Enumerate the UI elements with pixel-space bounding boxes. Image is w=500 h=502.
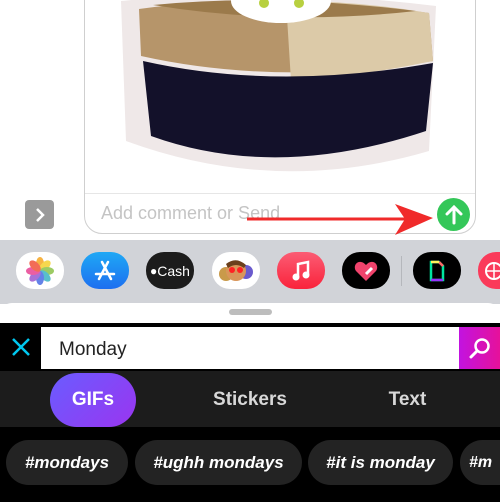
web-app[interactable] xyxy=(478,252,500,289)
app-store-icon xyxy=(94,260,116,280)
suggestion-chip[interactable]: #it is monday xyxy=(308,440,453,485)
tab-text[interactable]: Text xyxy=(360,373,455,427)
app-sheet xyxy=(0,303,500,325)
cat-in-basket-sticker[interactable] xyxy=(111,0,441,187)
search-icon xyxy=(469,338,490,359)
giphy-app[interactable] xyxy=(413,252,461,289)
tab-gifs[interactable]: GIFs xyxy=(50,373,136,427)
photos-app[interactable] xyxy=(16,252,64,289)
send-button[interactable] xyxy=(437,198,470,231)
suggestion-chip[interactable]: #mondays xyxy=(6,440,128,485)
arrow-up-icon xyxy=(445,204,462,224)
expand-button[interactable] xyxy=(25,200,54,229)
drawer-separator xyxy=(401,256,402,286)
divider xyxy=(85,193,475,194)
red-annotation-arrow xyxy=(247,204,433,235)
content-tabs: GIFs Stickers Text xyxy=(0,371,500,427)
digital-touch-app[interactable] xyxy=(342,252,390,289)
search-button[interactable] xyxy=(459,327,500,369)
tab-stickers[interactable]: Stickers xyxy=(190,373,310,427)
music-app[interactable] xyxy=(277,252,325,289)
memoji-app[interactable] xyxy=(212,252,260,289)
giphy-icon xyxy=(429,260,445,281)
message-compose-box: Add comment or Send xyxy=(84,0,476,234)
close-button[interactable] xyxy=(0,325,41,369)
app-store-app[interactable] xyxy=(81,252,129,289)
heart-icon xyxy=(354,261,378,281)
globe-icon xyxy=(485,261,500,280)
apple-cash-icon: ● xyxy=(150,263,158,278)
photos-icon xyxy=(26,256,54,285)
music-icon xyxy=(292,259,310,280)
chevron-right-icon xyxy=(35,207,45,222)
app-drawer: ● Cash xyxy=(0,240,500,304)
suggestion-chip[interactable]: #ughh mondays xyxy=(135,440,302,485)
sheet-grabber[interactable] xyxy=(229,309,272,315)
close-icon xyxy=(11,338,30,356)
apple-cash-app[interactable]: ● Cash xyxy=(146,252,194,289)
giphy-panel: Monday GIFs Stickers Text #mondays #ughh… xyxy=(0,323,500,502)
search-input[interactable]: Monday xyxy=(41,327,459,369)
memoji-icon xyxy=(219,259,253,281)
suggestion-chip[interactable]: #m xyxy=(460,440,500,485)
cash-label: Cash xyxy=(157,262,190,279)
